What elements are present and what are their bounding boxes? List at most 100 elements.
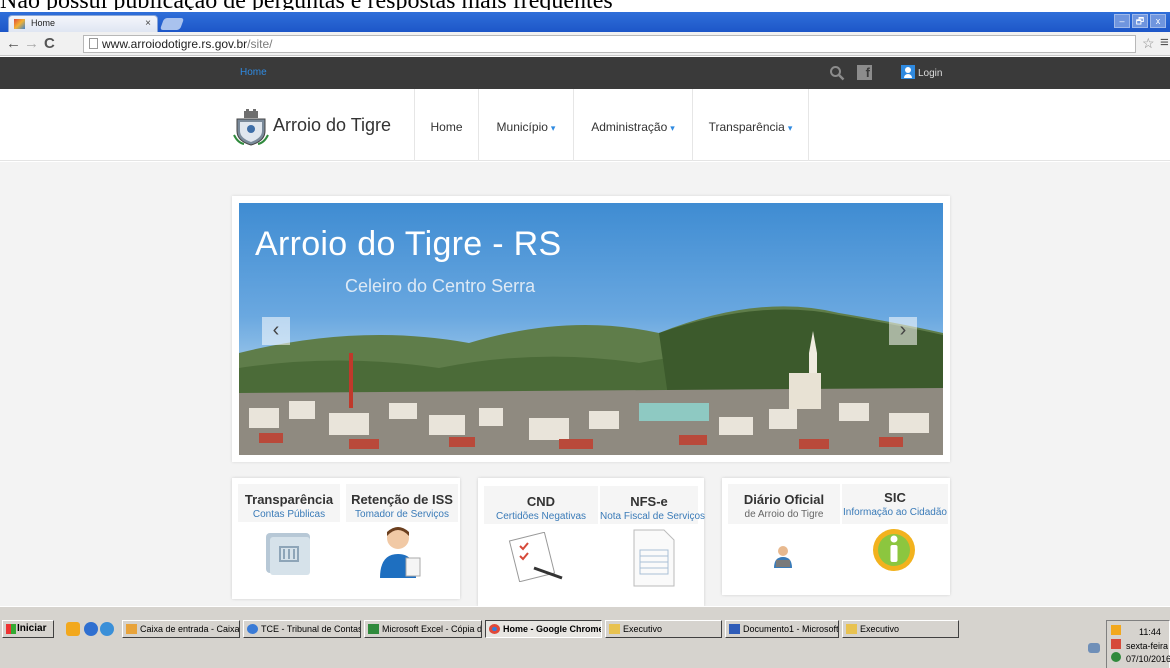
service-subtitle: Contas Públicas — [252, 509, 326, 520]
taskbar-button-label: Home - Google Chrome — [503, 624, 602, 634]
url-host: www.arroiodotigre.rs.gov.br — [102, 37, 248, 51]
nav-municipio[interactable]: Município ▾ — [478, 89, 573, 161]
taskbar-button-executivo-2[interactable]: Executivo — [842, 620, 959, 638]
service-diario-oficial[interactable]: Diário Oficial de Arroio do Tigre — [728, 484, 840, 592]
chevron-down-icon: ▾ — [550, 123, 556, 133]
folder-icon — [846, 624, 857, 634]
invoice-icon — [633, 529, 675, 587]
slide-title: Arroio do Tigre - RS — [255, 225, 562, 263]
service-title: CND — [526, 494, 556, 509]
taskbar-button-label: Caixa de entrada - Caixa... — [140, 624, 240, 634]
taskbar-button-word[interactable]: Documento1 - Microsoft ... — [725, 620, 839, 638]
main-navigation: Arroio do Tigre Home Município ▾ Administ… — [0, 89, 1170, 161]
back-button[interactable]: ← — [6, 35, 21, 52]
info-icon — [873, 529, 915, 571]
mail-icon — [126, 624, 137, 634]
taskbar-button-excel[interactable]: Microsoft Excel - Cópia d... — [364, 620, 482, 638]
forward-button[interactable]: → — [24, 35, 39, 52]
close-window-button[interactable]: x — [1150, 14, 1166, 28]
login-label: Login — [918, 68, 943, 79]
nav-administracao[interactable]: Administração ▾ — [573, 89, 692, 161]
system-tray: 11:44 sexta-feira 07/10/2016 — [1106, 620, 1170, 668]
page-caption: Não possui publicação de perguntas e res… — [0, 0, 1170, 10]
site-brand[interactable]: Arroio do Tigre — [273, 115, 391, 136]
nav-transparencia-label: Transparência — [708, 120, 785, 134]
service-subtitle: Nota Fiscal de Serviços — [600, 511, 706, 522]
topbar-home-link[interactable]: Home — [240, 67, 267, 78]
globe-tray-icon[interactable] — [1111, 652, 1121, 662]
restore-button[interactable]: 🗗 — [1132, 14, 1148, 28]
new-tab-button[interactable] — [159, 18, 185, 30]
browser-quicklaunch-icon[interactable] — [100, 622, 114, 636]
tab-close-icon[interactable]: × — [145, 16, 151, 31]
chrome-icon — [489, 624, 500, 634]
taskbar-button-label: Executivo — [623, 624, 663, 634]
clock-day: sexta-feira — [1126, 641, 1169, 651]
chrome-menu-icon[interactable]: ≡ — [1160, 34, 1169, 51]
taskbar-button-chrome[interactable]: Home - Google Chrome — [485, 620, 602, 638]
browser-titlebar: Home × – 🗗 x — [0, 12, 1170, 32]
service-nfse[interactable]: NFS-e Nota Fiscal de Serviços — [600, 486, 706, 602]
login-button[interactable]: Login — [901, 65, 942, 80]
service-subtitle: Informação ao Cidadão — [843, 507, 947, 518]
folder-icon — [609, 624, 620, 634]
slider-next-button[interactable]: › — [889, 317, 917, 345]
hero-slider: Arroio do Tigre - RS Celeiro do Centro S… — [239, 203, 943, 455]
taskbar-button-tce[interactable]: TCE - Tribunal de Contas... — [243, 620, 361, 638]
search-icon[interactable] — [829, 65, 845, 81]
network-icon[interactable] — [1088, 643, 1100, 653]
browser-tab[interactable]: Home × — [8, 15, 158, 32]
nav-transparencia[interactable]: Transparência ▾ — [692, 89, 809, 161]
site-topbar: Home f Login — [0, 57, 1170, 89]
ie-icon — [247, 624, 258, 634]
start-label: Iniciar — [17, 623, 47, 634]
service-title: NFS-e — [630, 494, 668, 509]
word-icon — [729, 624, 740, 634]
taskbar-button-label: Documento1 - Microsoft ... — [743, 624, 839, 634]
taskbar-button-label: Executivo — [860, 624, 900, 634]
nav-home[interactable]: Home — [414, 89, 478, 161]
service-cnd[interactable]: CND Certidões Negativas — [484, 486, 598, 602]
chevron-down-icon: ▾ — [670, 123, 675, 133]
service-transparencia[interactable]: Transparência Contas Públicas — [238, 484, 340, 594]
outlook-quicklaunch-icon[interactable] — [66, 622, 80, 636]
taskbar-button-executivo[interactable]: Executivo — [605, 620, 722, 638]
book-icon — [266, 533, 310, 575]
outlook-tray-icon[interactable] — [1111, 625, 1121, 635]
clock-date: 07/10/2016 — [1126, 654, 1170, 664]
service-title: SIC — [884, 490, 906, 505]
user-icon — [901, 65, 915, 79]
taskbar-button-label: Microsoft Excel - Cópia d... — [382, 624, 482, 634]
start-button[interactable]: Iniciar — [2, 620, 54, 638]
chevron-down-icon: ▾ — [787, 123, 793, 133]
joomla-favicon-icon — [14, 19, 25, 29]
taskbar-button-outlook[interactable]: Caixa de entrada - Caixa... — [122, 620, 240, 638]
slide-subtitle: Celeiro do Centro Serra — [345, 276, 536, 296]
service-retencao-iss[interactable]: Retenção de ISS Tomador de Serviços — [346, 484, 458, 594]
service-subtitle: de Arroio do Tigre — [744, 509, 824, 520]
address-bar[interactable]: www.arroiodotigre.rs.gov.br/site/ — [83, 35, 1136, 53]
slider-prev-button[interactable]: ‹ — [262, 317, 290, 345]
nav-administracao-label: Administração — [591, 120, 668, 134]
person-icon — [380, 527, 421, 578]
service-title: Retenção de ISS — [351, 492, 453, 507]
service-title: Diário Oficial — [743, 492, 825, 507]
reload-button[interactable]: C — [44, 35, 55, 52]
antivirus-tray-icon[interactable] — [1111, 639, 1121, 649]
window-controls: – 🗗 x — [1114, 14, 1166, 28]
browser-toolbar: ← → C www.arroiodotigre.rs.gov.br/site/ … — [0, 32, 1170, 56]
checklist-icon — [508, 532, 563, 582]
service-sic[interactable]: SIC Informação ao Cidadão — [842, 484, 948, 592]
windows-logo-icon — [6, 624, 16, 634]
clock-time[interactable]: 11:44 — [1139, 627, 1161, 637]
reader-icon — [774, 546, 792, 568]
bookmark-star-icon[interactable]: ☆ — [1142, 35, 1155, 52]
windows-taskbar: Iniciar Caixa de entrada - Caixa... TCE … — [0, 606, 1170, 668]
ie-quicklaunch-icon[interactable] — [84, 622, 98, 636]
service-subtitle: Tomador de Serviços — [355, 509, 449, 520]
facebook-icon[interactable]: f — [857, 65, 872, 80]
nav-municipio-label: Município — [496, 120, 548, 134]
minimize-button[interactable]: – — [1114, 14, 1130, 28]
service-title: Transparência — [244, 492, 334, 507]
municipal-crest-icon[interactable] — [232, 109, 270, 147]
